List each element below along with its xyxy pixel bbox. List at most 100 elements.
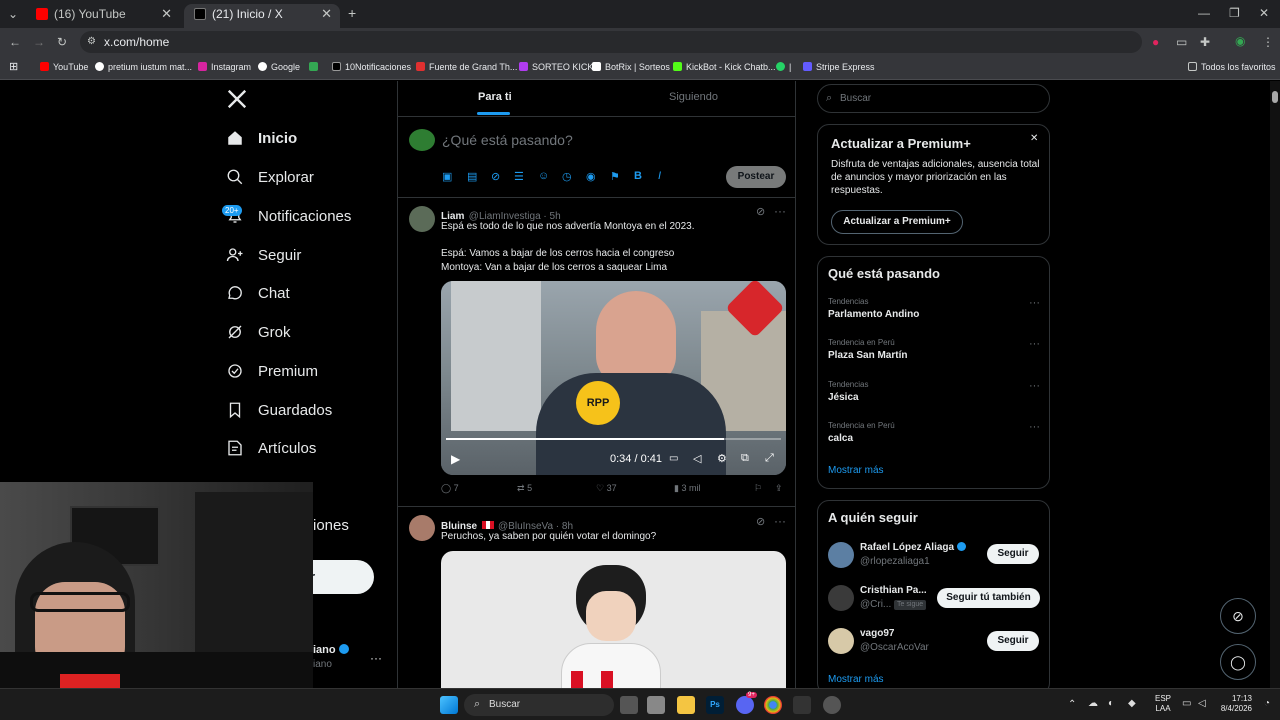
nav-partial-label[interactable]: iones	[313, 517, 349, 535]
location-icon[interactable]: ◉	[586, 170, 596, 183]
grok-icon[interactable]: ⊘	[756, 515, 765, 528]
share-icon[interactable]: ⇪	[775, 483, 783, 494]
extension-icon[interactable]: ▭	[1176, 35, 1187, 49]
upgrade-premium-button[interactable]: Actualizar a Premium+	[831, 210, 963, 234]
messages-float-button[interactable]: ◯	[1220, 644, 1256, 680]
scrollbar[interactable]	[1270, 81, 1280, 688]
schedule-icon[interactable]: ◷	[562, 170, 572, 183]
extension-icon[interactable]: ●	[1152, 35, 1159, 49]
scrollbar-thumb[interactable]	[1272, 91, 1278, 103]
italic-icon[interactable]: I	[658, 170, 661, 182]
trend-more-icon[interactable]: ···	[1029, 421, 1040, 433]
trend-item[interactable]: Tendencias Parlamento Andino ···	[828, 297, 1040, 320]
discord-icon[interactable]	[736, 696, 754, 714]
gif-icon[interactable]: ▤	[467, 170, 477, 183]
nav-premium[interactable]: Premium	[226, 357, 318, 387]
x-logo-icon[interactable]	[226, 88, 248, 110]
bookmark-item[interactable]: pretium iustum mat...	[95, 62, 192, 72]
bookmark-item[interactable]: BotRix | Sorteos	[592, 62, 670, 72]
trend-more-icon[interactable]: ···	[1029, 338, 1040, 350]
settings-icon[interactable]: ⚙	[717, 452, 727, 465]
nav-follow[interactable]: Seguir	[226, 241, 301, 271]
tab-x[interactable]: (21) Inicio / X ✕	[184, 4, 340, 28]
tab-search-icon[interactable]: ⌄	[8, 7, 18, 21]
tray-icon[interactable]: ◐	[1108, 698, 1114, 709]
repost-button[interactable]: ⇄ 5	[517, 483, 532, 494]
minimize-icon[interactable]: —	[1198, 6, 1210, 20]
more-icon[interactable]: ···	[774, 514, 786, 528]
poll-icon[interactable]: ☰	[514, 170, 524, 183]
emoji-icon[interactable]: ☺	[538, 170, 549, 182]
mute-icon[interactable]: ◁	[693, 452, 701, 465]
all-bookmarks[interactable]: Todos los favoritos	[1188, 62, 1276, 72]
post[interactable]: Liam @LiamInvestiga · 5h ⊘ ··· Espá es t…	[398, 198, 795, 506]
nav-chat[interactable]: Chat	[226, 279, 290, 309]
url-field[interactable]: ⚙ x.com/home	[80, 31, 1142, 53]
bookmark-item[interactable]: KickBot - Kick Chatb...	[673, 62, 776, 72]
app-icon[interactable]	[793, 696, 811, 714]
show-more-link[interactable]: Mostrar más	[828, 674, 884, 685]
language-indicator[interactable]: ESP LAA	[1155, 694, 1171, 714]
bookmark-item[interactable]: Fuente de Grand Th...	[416, 62, 517, 72]
profile-avatar[interactable]: ◉	[1235, 34, 1245, 48]
back-icon[interactable]: ←	[9, 35, 21, 49]
chrome-icon[interactable]	[764, 696, 782, 714]
bookmark-item[interactable]: SORTEO KICK	[519, 62, 593, 72]
windows-start-icon[interactable]	[440, 696, 458, 714]
reply-button[interactable]: ◯ 7	[441, 483, 459, 494]
avatar[interactable]	[409, 206, 435, 232]
app-icon[interactable]	[647, 696, 665, 714]
nav-bookmarks[interactable]: Guardados	[226, 396, 332, 426]
views-button[interactable]: ▮ 3 mil	[674, 483, 700, 494]
nav-explore[interactable]: Explorar	[226, 163, 314, 193]
app-icon[interactable]	[823, 696, 841, 714]
tray-chevron-icon[interactable]: ⌃	[1068, 699, 1076, 710]
forward-icon[interactable]: →	[33, 35, 45, 49]
close-tab-icon[interactable]: ✕	[321, 4, 332, 24]
post-submit-button[interactable]: Postear	[726, 166, 786, 188]
tray-icon[interactable]: ☁	[1088, 698, 1098, 709]
network-icon[interactable]: ▭	[1182, 698, 1191, 709]
composer-input[interactable]: ¿Qué está pasando?	[442, 132, 573, 148]
reload-icon[interactable]: ↻	[57, 35, 67, 49]
bookmark-item[interactable]: Stripe Express	[803, 62, 875, 72]
apps-icon[interactable]: ⊞	[9, 60, 18, 73]
nav-grok[interactable]: Grok	[226, 318, 291, 348]
bookmark-item[interactable]: |	[776, 62, 791, 72]
trend-item[interactable]: Tendencia en Perú calca ···	[828, 421, 1040, 444]
bookmark-item[interactable]: YouTube	[40, 62, 88, 72]
trend-more-icon[interactable]: ···	[1029, 297, 1040, 309]
file-explorer-icon[interactable]	[677, 696, 695, 714]
post-image[interactable]	[441, 551, 786, 688]
trend-item[interactable]: Tendencia en Perú Plaza San Martín ···	[828, 338, 1040, 361]
more-icon[interactable]: ···	[774, 204, 786, 218]
restore-icon[interactable]: ❐	[1229, 6, 1240, 20]
nav-articles[interactable]: Artículos	[226, 434, 316, 464]
nav-notifications[interactable]: Notificaciones	[226, 202, 351, 232]
play-icon[interactable]: ▶	[451, 452, 460, 466]
captions-icon[interactable]: ▭	[669, 453, 678, 464]
avatar[interactable]	[409, 515, 435, 541]
grok-float-button[interactable]: ⊘	[1220, 598, 1256, 634]
bookmark-item[interactable]: Google	[258, 62, 300, 72]
taskbar-search[interactable]: ⌕ Buscar	[464, 694, 614, 716]
grok-icon[interactable]: ⊘	[491, 170, 500, 183]
flag-icon[interactable]: ⚑	[610, 170, 620, 183]
bookmark-item[interactable]: 10Notificaciones	[332, 62, 411, 72]
trend-more-icon[interactable]: ···	[1029, 380, 1040, 392]
site-info-icon[interactable]: ⚙	[87, 31, 96, 53]
show-more-link[interactable]: Mostrar más	[828, 465, 884, 476]
nav-home[interactable]: Inicio	[226, 124, 297, 154]
tab-youtube[interactable]: (16) YouTube ✕	[26, 4, 180, 28]
task-view-icon[interactable]	[620, 696, 638, 714]
profile-name-partial[interactable]: iano	[313, 644, 349, 656]
post[interactable]: Bluinse @BluInseVa · 8h ⊘ ··· Peruchos, …	[398, 507, 795, 688]
bold-icon[interactable]: B	[634, 170, 642, 182]
trend-item[interactable]: Tendencias Jésica ···	[828, 380, 1040, 403]
search-input[interactable]: ⌕ Buscar	[817, 84, 1050, 113]
close-tab-icon[interactable]: ✕	[161, 4, 172, 24]
tab-following[interactable]: Siguiendo	[669, 91, 718, 103]
fullscreen-icon[interactable]: ⤢	[765, 452, 774, 465]
follow-button[interactable]: Seguir	[987, 544, 1039, 564]
tray-icon[interactable]: ◆	[1128, 698, 1136, 709]
